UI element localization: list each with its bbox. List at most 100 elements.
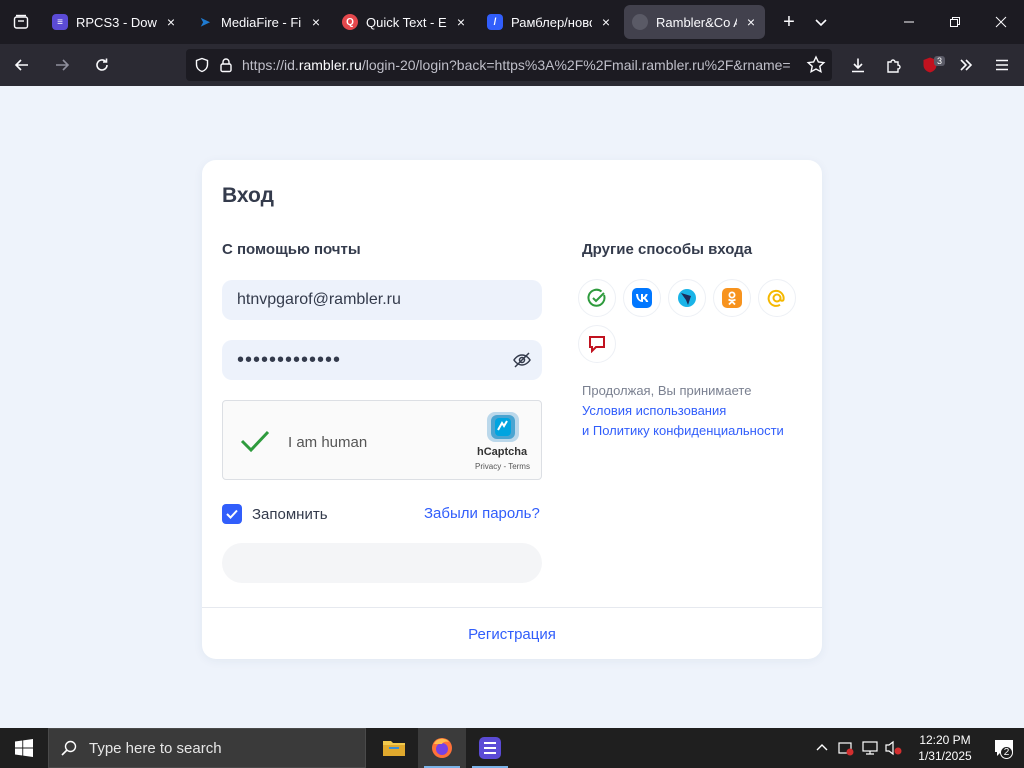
forgot-password-link[interactable]: Забыли пароль? [424, 505, 540, 522]
tab-bar: ≡ RPCS3 - Downlo × ➤ MediaFire - File × … [0, 0, 1024, 44]
checkbox-checked-icon[interactable] [222, 504, 242, 524]
url-bar[interactable]: https://id.rambler.ru/login-20/login?bac… [186, 49, 832, 81]
search-placeholder: Type here to search [89, 739, 222, 757]
speech-bubble-icon [589, 336, 605, 353]
tab-title: RPCS3 - Downlo [76, 14, 157, 30]
email-input[interactable] [237, 291, 497, 309]
login-card: Вход С помощью почты ••••••••••••• I am … [202, 160, 822, 659]
restore-button[interactable] [932, 0, 978, 44]
tab-rambler-news[interactable]: / Рамблер/новос × [479, 5, 620, 39]
legal-text: Продолжая, Вы принимаете [582, 383, 752, 398]
bookmark-star-icon[interactable] [806, 55, 826, 75]
forward-button[interactable] [44, 49, 80, 81]
chevron-down-icon [815, 19, 827, 27]
reload-button[interactable] [84, 49, 120, 81]
action-center-button[interactable]: 2 [984, 728, 1024, 768]
firefox-taskbar-button[interactable] [418, 728, 466, 768]
downloads-button[interactable] [840, 49, 876, 81]
volume-muted-icon [885, 740, 902, 756]
start-button[interactable] [0, 728, 48, 768]
remember-checkbox[interactable]: Запомнить [222, 504, 328, 524]
close-icon[interactable]: × [165, 15, 177, 29]
extension-badge: 3 [934, 56, 946, 66]
checkmark-icon[interactable] [239, 428, 271, 454]
new-tab-button[interactable]: + [773, 6, 805, 38]
tab-quicktext[interactable]: Q Quick Text - Eas × [334, 5, 475, 39]
vk-login-button[interactable] [623, 279, 661, 317]
shield-warning-icon [838, 742, 854, 756]
firefox-view-button[interactable] [0, 0, 42, 44]
close-icon[interactable]: × [310, 15, 322, 29]
terms-link[interactable]: Условия использования [582, 403, 726, 418]
minimize-icon [904, 21, 914, 23]
back-button[interactable] [4, 49, 40, 81]
file-explorer-taskbar-button[interactable] [370, 728, 418, 768]
hamburger-menu-icon [996, 59, 1008, 71]
close-icon [995, 16, 1007, 28]
quicktext-icon: Q [342, 14, 358, 30]
tab-rambler-id[interactable]: Rambler&Co Ac × [624, 5, 765, 39]
tab-mediafire[interactable]: ➤ MediaFire - File × [189, 5, 330, 39]
url-text[interactable]: https://id.rambler.ru/login-20/login?bac… [242, 57, 792, 73]
tab-title: Rambler&Co Ac [656, 14, 737, 30]
yandex-id-login-button[interactable] [668, 279, 706, 317]
tracking-protection-icon[interactable] [194, 57, 210, 73]
taskbar-search-box[interactable]: Type here to search [48, 728, 366, 768]
tab-rpcs3[interactable]: ≡ RPCS3 - Downlo × [44, 5, 185, 39]
reload-icon [96, 58, 108, 71]
mailru-login-button[interactable] [758, 279, 796, 317]
login-submit-button[interactable] [222, 543, 542, 583]
url-prefix: https://id. [242, 57, 299, 73]
mediafire-icon: ➤ [199, 15, 211, 29]
password-input[interactable]: ••••••••••••• [237, 349, 341, 372]
register-link[interactable]: Регистрация [202, 626, 822, 643]
firefox-icon [432, 738, 452, 758]
close-icon[interactable]: × [600, 15, 612, 29]
arrow-left-icon [14, 59, 28, 71]
windows-logo-icon [15, 739, 33, 757]
sber-id-login-button[interactable] [578, 325, 616, 363]
ublock-extension-button[interactable]: 3 [912, 49, 948, 81]
clock-time: 12:20 PM [919, 733, 971, 747]
at-sign-icon [767, 289, 785, 307]
windows-taskbar: Type here to search 12:20 PM 1/31/2025 2 [0, 728, 1024, 768]
rambler-icon [632, 14, 648, 30]
system-tray: 12:20 PM 1/31/2025 2 [810, 728, 1024, 768]
rpcs3-taskbar-button[interactable] [466, 728, 514, 768]
gosuslugi-login-button[interactable] [578, 279, 616, 317]
page-title: Вход [222, 184, 274, 207]
close-icon[interactable]: × [745, 15, 757, 29]
app-menu-button[interactable] [984, 49, 1020, 81]
extensions-button[interactable] [876, 49, 912, 81]
mail-section-title: С помощью почты [222, 241, 361, 258]
lock-icon[interactable] [218, 57, 234, 73]
arrow-right-icon [56, 59, 70, 71]
url-host: rambler.ru [298, 57, 362, 73]
remember-label: Запомнить [252, 505, 328, 523]
rpcs3-icon: ≡ [52, 14, 68, 30]
legal-notice: Продолжая, Вы принимаете Условия использ… [582, 381, 812, 441]
show-hidden-icons-button[interactable] [810, 728, 834, 768]
list-all-tabs-button[interactable] [805, 6, 837, 38]
privacy-policy-link[interactable]: Политику конфиденциальности [593, 423, 784, 438]
rambler-news-icon: / [487, 14, 503, 30]
eye-slash-icon[interactable] [512, 350, 532, 370]
close-window-button[interactable] [978, 0, 1024, 44]
close-icon[interactable]: × [455, 15, 467, 29]
security-tray-icon[interactable] [834, 728, 858, 768]
odnoklassniki-login-button[interactable] [713, 279, 751, 317]
hcaptcha-widget[interactable]: I am human hCaptcha Privacy - Terms [222, 400, 542, 480]
password-field[interactable]: ••••••••••••• [222, 340, 542, 380]
minimize-button[interactable] [886, 0, 932, 44]
tab-title: MediaFire - File [221, 14, 302, 30]
captcha-links[interactable]: Privacy - Terms [475, 462, 530, 471]
email-field[interactable] [222, 280, 542, 320]
puzzle-icon [887, 59, 901, 73]
more-tools-button[interactable] [948, 49, 984, 81]
taskbar-clock[interactable]: 12:20 PM 1/31/2025 [906, 732, 984, 764]
volume-tray-icon[interactable] [882, 728, 906, 768]
network-icon [862, 741, 878, 755]
vk-icon [632, 288, 652, 308]
folder-icon [383, 741, 405, 756]
network-tray-icon[interactable] [858, 728, 882, 768]
